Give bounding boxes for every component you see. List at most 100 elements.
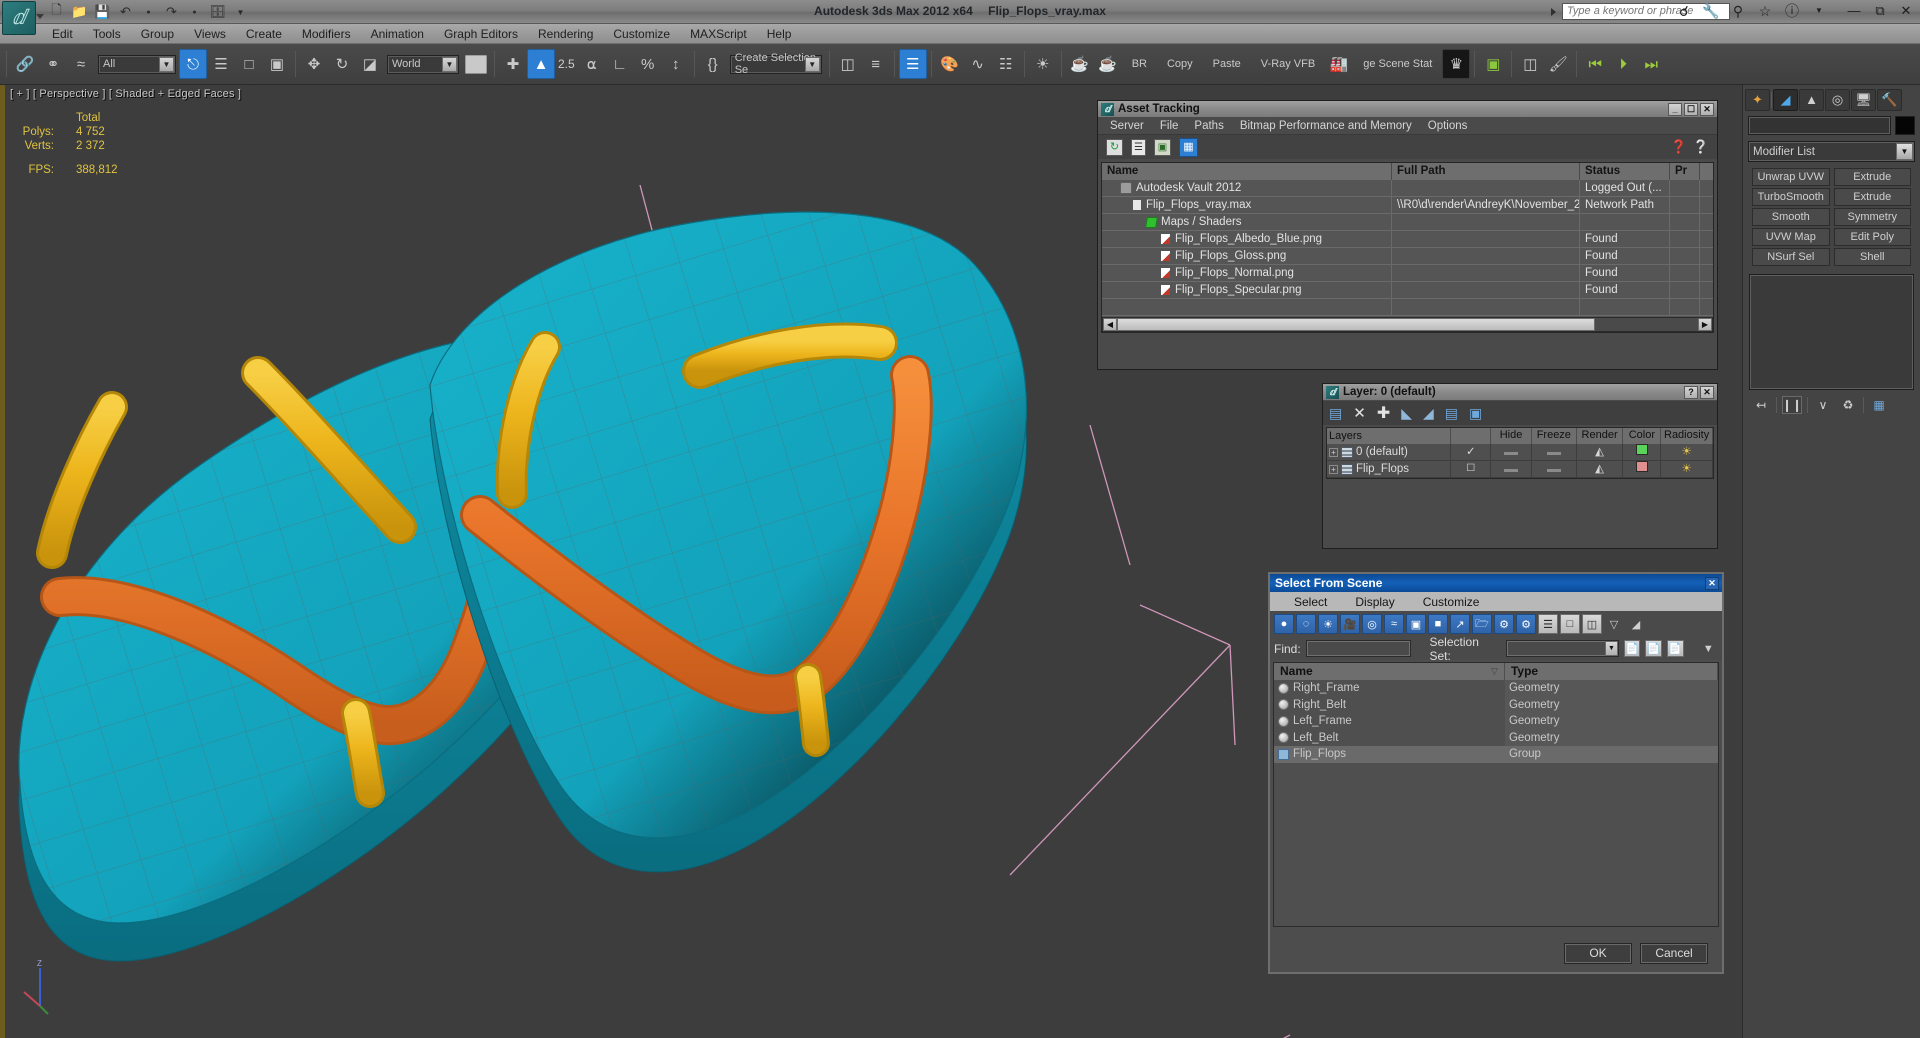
display-tab-icon[interactable]: 🖥 bbox=[1851, 88, 1876, 111]
scroll-left-arrow-icon[interactable]: ◀ bbox=[1103, 318, 1117, 331]
close-button[interactable]: ✕ bbox=[1700, 385, 1714, 399]
select-and-link-icon[interactable]: 🔗 bbox=[11, 49, 39, 79]
menu-file[interactable]: File bbox=[1152, 119, 1187, 133]
select-and-scale-icon[interactable]: ◪ bbox=[356, 49, 384, 79]
show-end-result-icon[interactable]: ❙❙ bbox=[1782, 396, 1802, 414]
column-pr[interactable]: Pr bbox=[1670, 163, 1700, 180]
highlight-selected-icon[interactable]: ▤ bbox=[1445, 405, 1458, 422]
curve-editor-icon[interactable]: ∿ bbox=[964, 49, 992, 79]
select-by-name-icon[interactable]: ☰ bbox=[207, 49, 235, 79]
list-item[interactable]: Flip_Flops Group bbox=[1274, 746, 1718, 763]
display-bones-icon[interactable]: ↗ bbox=[1450, 614, 1470, 634]
column-name[interactable]: Name bbox=[1102, 163, 1392, 180]
modifier-stack-list[interactable] bbox=[1749, 274, 1914, 390]
window-crossing-toggle-icon[interactable]: ▣ bbox=[263, 49, 291, 79]
display-children-icon[interactable]: ⚙ bbox=[1494, 614, 1514, 634]
hierarchy-tab-icon[interactable]: ▲ bbox=[1799, 88, 1824, 111]
modifier-symmetry[interactable]: Symmetry bbox=[1833, 208, 1911, 226]
column-layers[interactable]: Layers bbox=[1327, 428, 1452, 444]
add-selection-icon[interactable]: ✚ bbox=[1377, 403, 1390, 423]
copy-button[interactable]: Copy bbox=[1157, 58, 1203, 70]
render-toggle-icon[interactable]: ◭ bbox=[1577, 444, 1624, 460]
asset-tracking-title-bar[interactable]: ⅆ Asset Tracking _ ☐ ✕ bbox=[1098, 101, 1717, 118]
make-unique-icon[interactable]: ∨ bbox=[1813, 396, 1833, 414]
chevron-down-icon[interactable]: ▼ bbox=[1604, 641, 1618, 656]
display-containers-icon[interactable]: 🗁 bbox=[1472, 614, 1492, 634]
expand-icon[interactable]: + bbox=[1329, 464, 1338, 474]
binoculars-icon[interactable]: ☌ bbox=[1675, 2, 1693, 20]
list-types-icon[interactable]: ◫ bbox=[1582, 614, 1602, 634]
play-animation-icon[interactable]: ⏵ bbox=[1609, 49, 1637, 79]
asset-tracking-grid[interactable]: Name Full Path Status Pr Autodesk Vault … bbox=[1101, 162, 1714, 333]
save-file-icon[interactable]: 💾 bbox=[92, 2, 113, 22]
qat-dropdown-icon[interactable]: ▼ bbox=[230, 2, 251, 22]
select-list-icon[interactable]: ◫ bbox=[1516, 49, 1544, 79]
table-row[interactable]: Flip_Flops_vray.max \\R0\d\render\Andrey… bbox=[1102, 197, 1713, 214]
hide-toggle[interactable] bbox=[1491, 444, 1532, 460]
manage-scene-state-label[interactable]: ge Scene Stat bbox=[1353, 58, 1442, 70]
maximize-button[interactable]: ☐ bbox=[1684, 102, 1698, 116]
menu-graph-editors[interactable]: Graph Editors bbox=[434, 24, 528, 44]
motion-tab-icon[interactable]: ◎ bbox=[1825, 88, 1850, 111]
menu-customize[interactable]: Customize bbox=[1409, 594, 1494, 610]
subscription-icon[interactable]: ⚲ bbox=[1729, 2, 1747, 20]
menu-customize[interactable]: Customize bbox=[603, 24, 680, 44]
close-button[interactable]: ✕ bbox=[1898, 2, 1914, 20]
modifier-turbosmooth[interactable]: TurboSmooth bbox=[1752, 188, 1830, 206]
display-space-warps-icon[interactable]: ≈ bbox=[1384, 614, 1404, 634]
help-pointer-icon[interactable]: ❓ bbox=[1671, 139, 1687, 155]
menu-select[interactable]: Select bbox=[1280, 594, 1341, 610]
expand-all-icon[interactable]: ☰ bbox=[1538, 614, 1558, 634]
current-layer-check-icon[interactable]: ✓ bbox=[1451, 444, 1492, 460]
table-row[interactable]: Autodesk Vault 2012 Logged Out (... bbox=[1102, 180, 1713, 197]
layer-grid[interactable]: Layers Hide Freeze Render Color Radiosit… bbox=[1326, 427, 1714, 479]
menu-rendering[interactable]: Rendering bbox=[528, 24, 603, 44]
redo-dropdown-icon[interactable]: ● bbox=[184, 2, 205, 22]
layer-color-swatch[interactable] bbox=[1623, 461, 1662, 477]
previous-frame-icon[interactable]: ⏮ bbox=[1581, 49, 1609, 79]
schematic-view-icon[interactable]: ☷ bbox=[992, 49, 1020, 79]
snaps-toggle-icon[interactable]: ⍺ bbox=[578, 49, 606, 79]
menu-edit[interactable]: Edit bbox=[42, 24, 83, 44]
layer-row[interactable]: + Flip_Flops ☐ ◭ ☀ bbox=[1327, 461, 1713, 478]
column-status[interactable]: Status bbox=[1580, 163, 1670, 180]
menu-create[interactable]: Create bbox=[236, 24, 292, 44]
display-influences-icon[interactable]: ⚙ bbox=[1516, 614, 1536, 634]
display-xrefs-icon[interactable]: ■ bbox=[1428, 614, 1448, 634]
create-set-icon[interactable]: 📄 bbox=[1623, 640, 1641, 657]
column-hide[interactable]: Hide bbox=[1491, 428, 1532, 444]
table-row[interactable]: Flip_Flops_Albedo_Blue.png Found bbox=[1102, 231, 1713, 248]
use-pivot-point-center-icon[interactable]: ██ bbox=[462, 49, 490, 79]
select-and-rotate-icon[interactable]: ↻ bbox=[328, 49, 356, 79]
object-color-swatch[interactable] bbox=[1895, 116, 1915, 135]
display-shapes-icon[interactable]: ◌ bbox=[1296, 614, 1316, 634]
minimize-button[interactable]: — bbox=[1846, 2, 1862, 20]
render-toggle-icon[interactable]: ◭ bbox=[1577, 461, 1624, 477]
selection-filter-icon[interactable]: ▽ bbox=[1604, 614, 1624, 634]
modifier-extrude-1[interactable]: Extrude bbox=[1833, 168, 1911, 186]
scroll-thumb[interactable] bbox=[1117, 318, 1595, 331]
freeze-toggle[interactable] bbox=[1532, 444, 1577, 460]
vray-vfb-button[interactable]: V-Ray VFB bbox=[1251, 58, 1325, 70]
mirror-icon[interactable]: ◫ bbox=[834, 49, 862, 79]
delete-set-icon[interactable]: 📄 bbox=[1645, 640, 1662, 657]
modifier-extrude-2[interactable]: Extrude bbox=[1833, 188, 1911, 206]
redo-icon[interactable]: ↷ bbox=[161, 2, 182, 22]
display-geometry-icon[interactable]: ● bbox=[1274, 614, 1294, 634]
freeze-toggle[interactable] bbox=[1532, 461, 1577, 477]
new-file-icon[interactable]: 🗋 bbox=[46, 2, 67, 22]
list-item[interactable]: Right_Frame Geometry bbox=[1274, 680, 1718, 697]
edit-set-icon[interactable]: 📄 bbox=[1667, 640, 1684, 657]
column-current[interactable] bbox=[1451, 428, 1492, 444]
hide-unhide-icon[interactable]: ▣ bbox=[1469, 405, 1482, 422]
display-lights-icon[interactable]: ☀ bbox=[1318, 614, 1338, 634]
menu-display[interactable]: Display bbox=[1341, 594, 1408, 610]
modifier-list-dropdown[interactable]: Modifier List ▼ bbox=[1748, 141, 1915, 162]
menu-paths[interactable]: Paths bbox=[1186, 119, 1231, 133]
help-dropdown-icon[interactable]: ▼ bbox=[1810, 2, 1828, 20]
layer-manager-icon[interactable]: ☰ bbox=[898, 49, 927, 79]
configure-modifier-sets-icon[interactable]: ▦ bbox=[1869, 396, 1889, 414]
modifier-nsurf-sel[interactable]: NSurf Sel bbox=[1752, 248, 1830, 266]
create-new-layer-icon[interactable]: ▤ bbox=[1329, 405, 1342, 422]
list-item[interactable]: Left_Belt Geometry bbox=[1274, 729, 1718, 746]
